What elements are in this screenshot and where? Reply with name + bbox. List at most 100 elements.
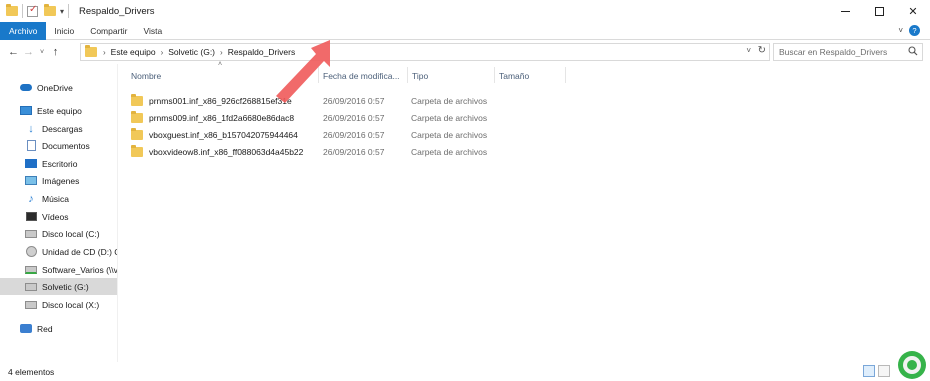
file-row[interactable]: vboxvideow8.inf_x86_ff088063d4a45b22 26/… (131, 143, 501, 160)
ribbon-tabs: Archivo Inicio Compartir Vista ˅ ? (0, 21, 930, 40)
sidebar-item-software-varios[interactable]: Software_Varios (\\v (0, 261, 117, 278)
drive-icon (25, 299, 37, 310)
file-type: Carpeta de archivos (411, 146, 488, 157)
tab-inicio[interactable]: Inicio (46, 22, 82, 40)
column-headers: ˄ Nombre Fecha de modifica... Tipo Tamañ… (120, 61, 930, 86)
sidebar-item-onedrive[interactable]: OneDrive (0, 79, 117, 96)
window-controls: ✕ (828, 0, 930, 22)
folder-icon[interactable] (6, 4, 18, 16)
network-icon (20, 323, 32, 334)
column-divider[interactable] (565, 67, 566, 83)
sidebar-item-escritorio[interactable]: Escritorio (0, 155, 117, 172)
sidebar-item-label: Solvetic (G:) (42, 281, 89, 292)
sidebar-item-unidad-cd-d[interactable]: Unidad de CD (D:) C (0, 243, 117, 260)
ribbon-controls: ˅ ? (898, 25, 920, 36)
view-switcher (863, 365, 890, 377)
quick-access-toolbar: ▾ (0, 0, 73, 22)
tab-vista[interactable]: Vista (136, 22, 171, 40)
address-dropdown-chevron-icon[interactable]: ˅ (746, 46, 751, 55)
cd-drive-icon (25, 246, 37, 257)
search-input[interactable]: Buscar en Respaldo_Drivers (773, 43, 923, 61)
properties-icon[interactable] (27, 4, 38, 17)
sidebar-item-musica[interactable]: ♪ Música (0, 190, 117, 207)
file-row[interactable]: prnms009.inf_x86_1fd2a6680e86dac8 26/09/… (131, 109, 501, 126)
sort-ascending-icon: ˄ (218, 61, 223, 68)
tab-compartir[interactable]: Compartir (82, 22, 135, 40)
file-date: 26/09/2016 0:57 (323, 112, 385, 123)
file-row[interactable]: vboxguest.inf_x86_b15704207594446​4 26/0… (131, 126, 501, 143)
back-button[interactable]: ← (6, 42, 21, 62)
forward-button[interactable]: → (21, 42, 36, 62)
file-name[interactable]: vboxvideow8.inf_x86_ff088063d4a45b22 (149, 147, 303, 157)
sidebar-item-documentos[interactable]: Documentos (0, 137, 117, 154)
sidebar-item-videos[interactable]: Vídeos (0, 208, 117, 225)
refresh-icon[interactable]: ↻ (758, 45, 766, 56)
navigation-bar: ← → ˅ ↑ › Este equipo › Solvetic (G:) › … (0, 40, 930, 64)
column-header-date[interactable]: Fecha de modifica... (319, 68, 407, 83)
sidebar-item-label: Disco local (C:) (42, 228, 100, 239)
help-icon[interactable]: ? (909, 25, 920, 36)
breadcrumb-separator: › (103, 47, 106, 57)
details-view-icon[interactable] (863, 365, 875, 377)
pc-icon (20, 105, 32, 116)
toolbar-divider (68, 4, 70, 18)
documents-icon (25, 140, 37, 151)
sidebar-item-red[interactable]: Red (0, 320, 117, 337)
maximize-button[interactable] (862, 0, 896, 22)
network-drive-icon (25, 264, 37, 275)
breadcrumb-respaldo-drivers[interactable]: Respaldo_Drivers (228, 47, 296, 57)
logo-watermark-icon (898, 351, 926, 379)
sidebar-item-label: Documentos (42, 140, 90, 151)
sidebar-item-este-equipo[interactable]: Este equipo (0, 102, 117, 119)
column-header-type[interactable]: Tipo (408, 68, 494, 83)
sidebar-item-descargas[interactable]: ↓ Descargas (0, 120, 117, 137)
file-name[interactable]: prnms001.inf_x86_926cf268815ef31e (149, 96, 292, 106)
folder-icon (85, 45, 97, 57)
recent-locations-chevron-icon[interactable]: ˅ (36, 42, 48, 62)
sidebar-item-solvetic-g[interactable]: Solvetic (G:) (0, 278, 117, 295)
close-button[interactable]: ✕ (896, 0, 930, 22)
sidebar-item-disco-local-x[interactable]: Disco local (X:) (0, 296, 117, 313)
breadcrumb-este-equipo[interactable]: Este equipo (111, 47, 156, 57)
folder-icon (131, 144, 143, 157)
navigation-pane-divider (117, 64, 118, 362)
item-count: 4 elementos (8, 366, 55, 377)
sidebar-item-label: Red (37, 323, 53, 334)
file-list: ˄ Nombre Fecha de modifica... Tipo Tamañ… (120, 61, 930, 362)
window-title: Respaldo_Drivers (79, 5, 155, 17)
maximize-icon (874, 6, 884, 16)
sidebar-item-label: Vídeos (42, 211, 69, 222)
column-header-size[interactable]: Tamaño (495, 68, 565, 83)
file-date: 26/09/2016 0:57 (323, 95, 385, 106)
sidebar-item-label: Software_Varios (\\v (42, 264, 117, 275)
customize-toolbar-chevron-icon[interactable]: ▾ (60, 7, 64, 16)
new-folder-icon[interactable] (44, 4, 56, 16)
sidebar-item-label: Descargas (42, 123, 83, 134)
expand-ribbon-icon[interactable]: ˅ (898, 26, 903, 35)
folder-icon (131, 127, 143, 140)
sidebar-item-imagenes[interactable]: Imágenes (0, 172, 117, 189)
breadcrumb-separator[interactable]: › (161, 48, 164, 57)
videos-icon (25, 211, 37, 222)
desktop-icon (25, 158, 37, 169)
breadcrumb-separator[interactable]: › (220, 48, 223, 57)
up-button[interactable]: ↑ (48, 42, 63, 62)
large-icons-view-icon[interactable] (878, 365, 890, 377)
sidebar-item-label: Este equipo (37, 105, 82, 116)
column-header-name[interactable]: Nombre (127, 68, 317, 83)
music-icon: ♪ (28, 192, 34, 205)
drive-icon (25, 228, 37, 239)
sidebar-item-label: Disco local (X:) (42, 299, 100, 310)
search-icon[interactable] (908, 46, 918, 58)
folder-icon (131, 110, 143, 123)
minimize-button[interactable] (828, 0, 862, 22)
sidebar-item-disco-local-c[interactable]: Disco local (C:) (0, 225, 117, 242)
file-row[interactable]: prnms001.inf_x86_926cf268815ef31e 26/09/… (131, 92, 501, 109)
tab-archivo[interactable]: Archivo (0, 21, 47, 40)
file-name[interactable]: vboxguest.inf_x86_b15704207594446​4 (149, 130, 298, 140)
address-bar[interactable]: › Este equipo › Solvetic (G:) › Respaldo… (80, 43, 770, 61)
file-name[interactable]: prnms009.inf_x86_1fd2a6680e86dac8 (149, 113, 294, 123)
search-placeholder: Buscar en Respaldo_Drivers (779, 47, 888, 57)
breadcrumb-solvetic[interactable]: Solvetic (G:) (168, 47, 215, 57)
minimize-icon (840, 10, 850, 12)
